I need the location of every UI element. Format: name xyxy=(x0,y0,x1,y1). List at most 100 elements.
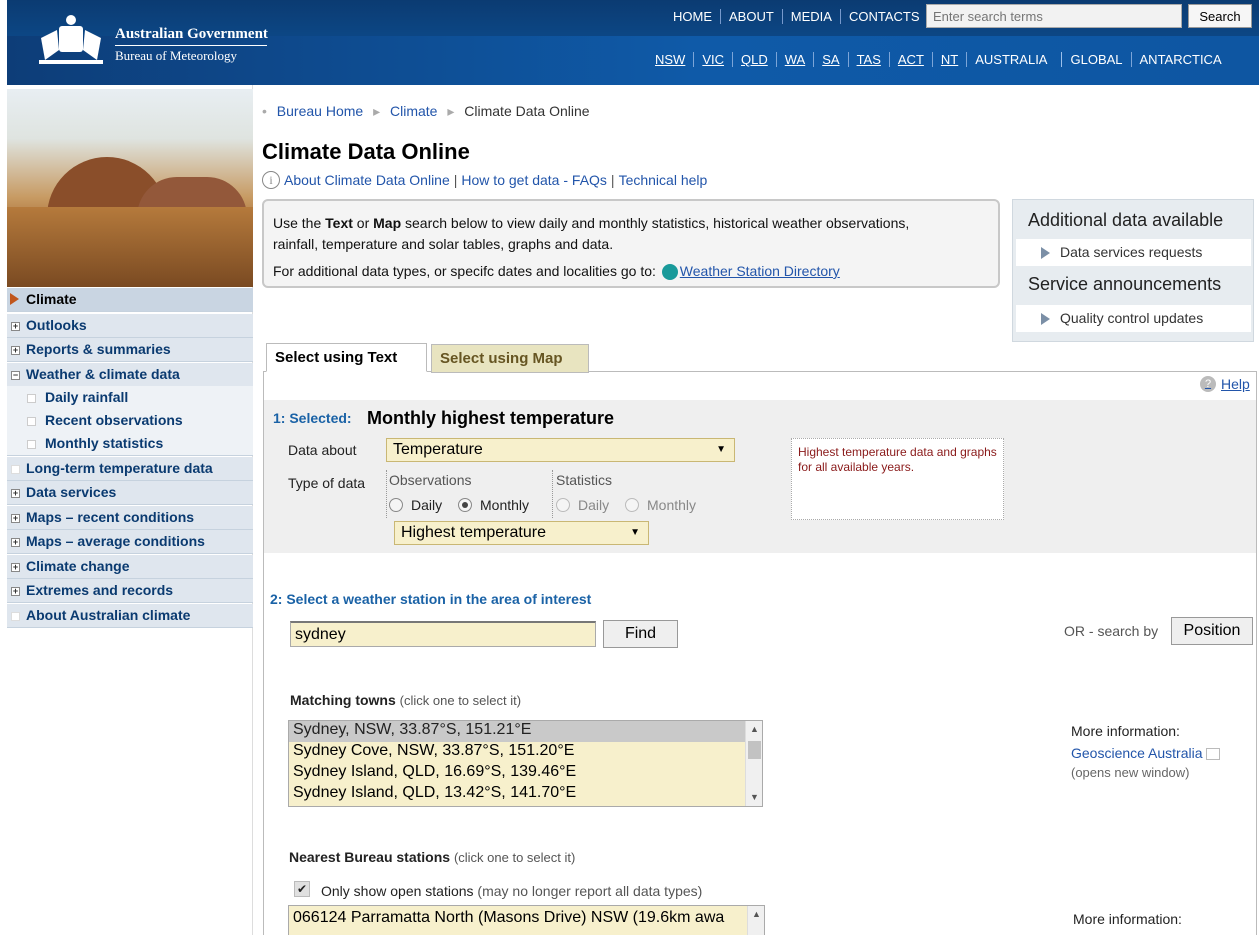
step1-label: 1: Selected: xyxy=(273,410,352,426)
site-header: Australian Government Bureau of Meteorol… xyxy=(7,0,1259,85)
state-act[interactable]: ACT xyxy=(888,52,932,67)
state-qld[interactable]: QLD xyxy=(732,52,776,67)
quality-control-updates-link[interactable]: Quality control updates xyxy=(1016,305,1251,332)
sidebar-item-outlooks[interactable]: + Outlooks xyxy=(7,314,253,338)
state-sa[interactable]: SA xyxy=(813,52,847,67)
sidebar-item-weather-data[interactable]: − Weather & climate data xyxy=(7,363,253,387)
step1-selected-value: Monthly highest temperature xyxy=(367,408,615,428)
tab-select-map[interactable]: Select using Map xyxy=(431,344,589,373)
obs-daily-radio[interactable]: Daily xyxy=(389,497,442,513)
intro-text: or xyxy=(352,215,374,231)
sidebar-item-daily-rainfall[interactable]: Daily rainfall xyxy=(7,386,253,410)
list-item[interactable]: Sydney, NSW, 33.87°S, 151.21°E xyxy=(289,721,762,742)
nav-media[interactable]: MEDIA xyxy=(781,9,840,24)
list-item[interactable]: Sydney Island, QLD, 13.42°S, 141.70°E xyxy=(289,784,762,805)
state-nsw[interactable]: NSW xyxy=(647,52,693,67)
page-title: Climate Data Online xyxy=(262,139,470,164)
checkbox-label: Only show open stations xyxy=(321,883,474,899)
sidebar-item-recent-observations[interactable]: Recent observations xyxy=(7,409,253,433)
weather-station-directory-link[interactable]: Weather Station Directory xyxy=(680,263,840,279)
expand-icon[interactable]: + xyxy=(11,322,20,331)
state-nt[interactable]: NT xyxy=(931,52,966,67)
scroll-thumb[interactable] xyxy=(748,741,761,759)
sidebar-item-data-services[interactable]: + Data services xyxy=(7,481,253,505)
expand-icon[interactable]: + xyxy=(11,346,20,355)
data-about-select[interactable]: Temperature ▼ xyxy=(386,438,735,462)
select-value: Temperature xyxy=(393,441,483,458)
breadcrumb-climate[interactable]: Climate xyxy=(390,103,437,119)
expand-icon[interactable]: + xyxy=(11,563,20,572)
collapse-icon[interactable]: − xyxy=(11,371,20,380)
state-vic[interactable]: VIC xyxy=(693,52,732,67)
sidebar-item-about-climate[interactable]: About Australian climate xyxy=(7,604,253,628)
intro-text: Use the xyxy=(273,215,326,231)
sidebar-item-label: Daily rainfall xyxy=(45,389,129,405)
sidebar-item-climate-change[interactable]: + Climate change xyxy=(7,555,253,579)
data-type-select[interactable]: Highest temperature ▼ xyxy=(394,521,649,545)
coat-of-arms-logo[interactable] xyxy=(31,10,111,70)
observations-header: Observations xyxy=(389,472,472,488)
nearest-stations-list[interactable]: 066124 Parramatta North (Masons Drive) N… xyxy=(288,905,765,935)
nav-global[interactable]: GLOBAL xyxy=(1061,52,1130,67)
stats-daily-radio[interactable]: Daily xyxy=(556,497,609,513)
scroll-down-icon[interactable]: ▼ xyxy=(746,789,762,806)
nav-contacts[interactable]: CONTACTS xyxy=(839,9,928,24)
sidebar-item-maps-recent[interactable]: + Maps – recent conditions xyxy=(7,506,253,530)
intro-box: Use the Text or Map search below to view… xyxy=(262,199,1000,288)
stations-more-info-label: More information: xyxy=(1073,911,1182,927)
nav-home[interactable]: HOME xyxy=(665,9,720,24)
faq-link[interactable]: How to get data - FAQs xyxy=(461,172,607,188)
expand-icon[interactable]: + xyxy=(11,514,20,523)
stations-scrollbar[interactable]: ▲ xyxy=(747,906,764,935)
matching-towns-list[interactable]: Sydney, NSW, 33.87°S, 151.21°E Sydney Co… xyxy=(288,720,763,807)
open-stations-label: Only show open stations (may no longer r… xyxy=(321,883,702,899)
geoscience-australia-link[interactable]: Geoscience Australia xyxy=(1071,745,1220,761)
radio-label: Daily xyxy=(411,497,443,513)
nav-antarctica[interactable]: ANTARCTICA xyxy=(1130,52,1230,67)
intro-bold-map: Map xyxy=(373,215,402,231)
sidebar-item-monthly-statistics[interactable]: Monthly statistics xyxy=(7,432,253,456)
group-divider xyxy=(552,470,553,518)
technical-help-link[interactable]: Technical help xyxy=(619,172,708,188)
tab-select-text[interactable]: Select using Text xyxy=(266,343,427,372)
sidebar-item-label: Climate change xyxy=(26,558,130,574)
list-item[interactable]: 066124 Parramatta North (Masons Drive) N… xyxy=(289,906,764,933)
help-link[interactable]: ? Help xyxy=(1200,376,1250,392)
sidebar-item-long-term-temperature[interactable]: Long-term temperature data xyxy=(7,457,253,481)
towns-scrollbar[interactable]: ▲ ▼ xyxy=(745,721,762,806)
sidebar-item-label: Recent observations xyxy=(45,412,183,428)
site-search-button[interactable]: Search xyxy=(1188,4,1252,28)
position-button[interactable]: Position xyxy=(1171,617,1253,645)
town-search-input[interactable] xyxy=(290,621,596,647)
site-search-input[interactable] xyxy=(926,4,1182,28)
sidebar-item-maps-average[interactable]: + Maps – average conditions xyxy=(7,530,253,554)
expand-icon[interactable]: + xyxy=(11,587,20,596)
data-services-requests-link[interactable]: Data services requests xyxy=(1016,239,1251,266)
intro-bold-text: Text xyxy=(325,215,353,231)
state-wa[interactable]: WA xyxy=(775,52,813,67)
scroll-up-icon[interactable]: ▲ xyxy=(746,721,762,738)
obs-monthly-radio[interactable]: Monthly xyxy=(458,497,529,513)
help-label: Help xyxy=(1221,376,1250,392)
about-cdo-link[interactable]: About Climate Data Online xyxy=(284,172,450,188)
breadcrumb-home[interactable]: Bureau Home xyxy=(277,103,363,119)
expand-icon[interactable]: + xyxy=(11,489,20,498)
open-stations-checkbox[interactable]: ✔ xyxy=(294,881,310,897)
sidebar-item-label: Extremes and records xyxy=(26,582,174,598)
more-information: More information: Geoscience Australia (… xyxy=(1071,723,1220,780)
sidebar-item-climate[interactable]: Climate xyxy=(7,288,253,312)
nav-australia[interactable]: AUSTRALIA xyxy=(966,52,1055,67)
nav-about[interactable]: ABOUT xyxy=(720,9,782,24)
state-tas[interactable]: TAS xyxy=(847,52,889,67)
sidebar-item-label: Monthly statistics xyxy=(45,435,164,451)
find-button[interactable]: Find xyxy=(603,620,678,648)
expand-icon[interactable]: + xyxy=(11,538,20,547)
scroll-up-icon[interactable]: ▲ xyxy=(748,906,764,923)
sidebar-item-reports[interactable]: + Reports & summaries xyxy=(7,338,253,362)
stats-monthly-radio[interactable]: Monthly xyxy=(625,497,696,513)
list-item[interactable]: Sydney Cove, NSW, 33.87°S, 151.20°E xyxy=(289,742,762,763)
group-divider xyxy=(386,470,387,518)
list-item[interactable]: Sydney Island, QLD, 16.69°S, 139.46°E xyxy=(289,763,762,784)
help-icon: ? xyxy=(1200,376,1216,392)
sidebar-item-extremes[interactable]: + Extremes and records xyxy=(7,579,253,603)
